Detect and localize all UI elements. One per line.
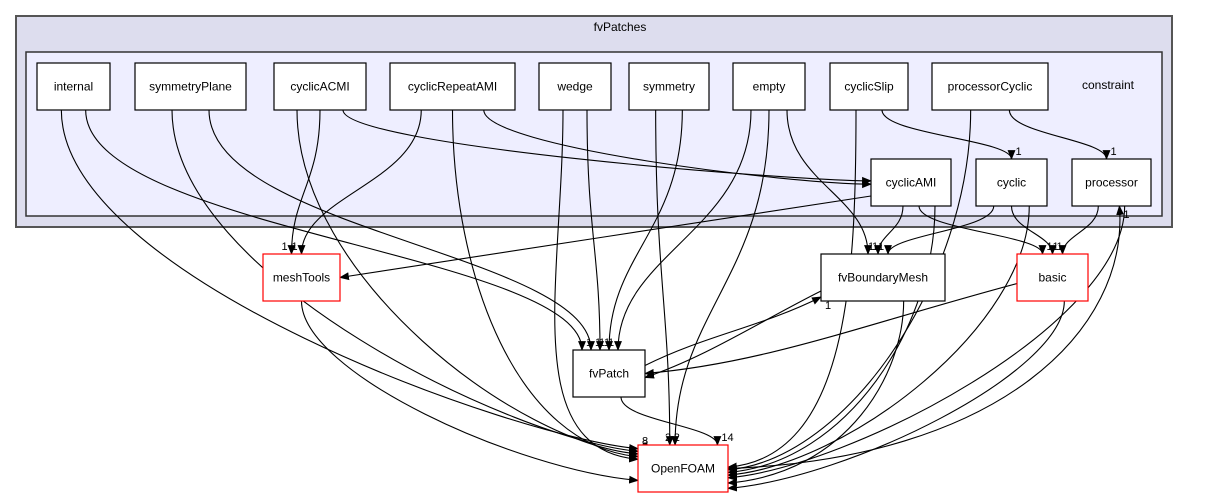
node-OpenFOAM[interactable]: OpenFOAM bbox=[637, 444, 729, 493]
edge-count-label[interactable]: 14 bbox=[721, 432, 733, 444]
edge-count-label[interactable]: 1 bbox=[868, 241, 874, 253]
edge-fvBoundaryMesh-to-OpenFOAM[interactable] bbox=[727, 300, 905, 487]
edge-count-label[interactable]: 1 bbox=[825, 300, 831, 312]
node-label: cyclicAMI bbox=[886, 176, 937, 190]
edge-fvPatch-to-fvBoundaryMesh[interactable] bbox=[644, 296, 822, 366]
node-label: cyclicRepeatAMI bbox=[408, 80, 497, 94]
node-label: processorCyclic bbox=[948, 80, 1033, 94]
edge-fvBoundaryMesh-to-fvPatch[interactable] bbox=[644, 290, 822, 379]
node-label: fvPatch bbox=[589, 367, 629, 381]
node-fvPatch[interactable]: fvPatch bbox=[572, 349, 646, 398]
node-label: symmetryPlane bbox=[149, 80, 232, 94]
edge-processor-to-OpenFOAM[interactable] bbox=[727, 205, 1126, 481]
node-basic[interactable]: basic bbox=[1016, 253, 1089, 302]
node-empty[interactable]: empty bbox=[732, 62, 806, 111]
node-label: cyclic bbox=[997, 176, 1026, 190]
edge-count-label[interactable]: 1 bbox=[608, 337, 614, 349]
node-label: symmetry bbox=[643, 80, 695, 94]
node-label: cyclicACMI bbox=[290, 80, 349, 94]
node-cyclicACMI[interactable]: cyclicACMI bbox=[273, 62, 367, 111]
edge-cyclicAMI-to-OpenFOAM[interactable] bbox=[727, 205, 936, 476]
edge-count-label[interactable]: 1 bbox=[1111, 146, 1117, 158]
cluster-fvPatches-label: fvPatches bbox=[594, 20, 647, 34]
node-cyclicAMI[interactable]: cyclicAMI bbox=[870, 158, 952, 207]
node-label: OpenFOAM bbox=[651, 462, 715, 476]
node-wedge[interactable]: wedge bbox=[538, 62, 612, 111]
node-label: meshTools bbox=[273, 271, 330, 285]
node-processorCyclic[interactable]: processorCyclic bbox=[931, 62, 1049, 111]
edge-count-label[interactable]: 1 bbox=[1053, 241, 1059, 253]
node-processor[interactable]: processor bbox=[1071, 158, 1152, 207]
node-label: empty bbox=[753, 80, 786, 94]
node-fvBoundaryMesh[interactable]: fvBoundaryMesh bbox=[820, 253, 946, 302]
node-cyclic[interactable]: cyclic bbox=[975, 158, 1048, 207]
edge-count-label[interactable]: 1 bbox=[599, 337, 605, 349]
node-symmetry[interactable]: symmetry bbox=[628, 62, 710, 111]
node-label: processor bbox=[1085, 176, 1138, 190]
edge-count-label[interactable]: 1 bbox=[292, 241, 298, 253]
cluster-constraint-label: constraint bbox=[1082, 78, 1135, 92]
node-label: wedge bbox=[556, 80, 593, 94]
edge-count-label[interactable]: 1 bbox=[282, 241, 288, 253]
edge-count-label[interactable]: 1 bbox=[1123, 209, 1129, 221]
node-cyclicSlip[interactable]: cyclicSlip bbox=[829, 62, 909, 111]
node-symmetryPlane[interactable]: symmetryPlane bbox=[134, 62, 247, 111]
node-cyclicRepeatAMI[interactable]: cyclicRepeatAMI bbox=[389, 62, 516, 111]
edge-count-label[interactable]: 1 bbox=[878, 241, 884, 253]
node-internal[interactable]: internal bbox=[36, 62, 111, 111]
node-label: basic bbox=[1038, 271, 1066, 285]
node-meshTools[interactable]: meshTools bbox=[262, 253, 341, 302]
directory-dependency-graph: fvPatches constraint 8131211121212112121… bbox=[15, 15, 1173, 493]
edge-count-label[interactable]: 2 bbox=[665, 432, 671, 444]
edge-count-label[interactable]: 1 bbox=[1016, 146, 1022, 158]
node-label: cyclicSlip bbox=[844, 80, 894, 94]
node-label: fvBoundaryMesh bbox=[838, 271, 928, 285]
node-label: internal bbox=[54, 80, 93, 94]
